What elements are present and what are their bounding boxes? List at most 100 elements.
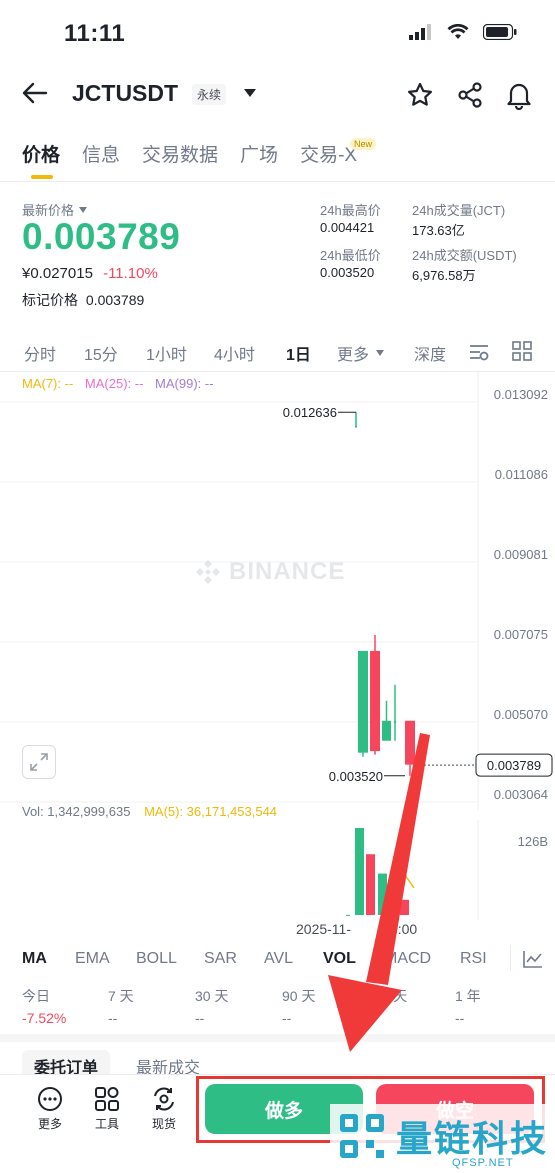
vol-usdt-label: 24h成交额(USDT) xyxy=(412,248,517,263)
divider xyxy=(510,945,511,971)
perf-7d-label: 7 天 xyxy=(108,988,134,1004)
indicator-ma[interactable]: MA xyxy=(22,950,47,968)
y-tick-label: 0.007075 xyxy=(494,627,548,642)
more-label: 更多 xyxy=(37,1117,62,1131)
divider xyxy=(0,181,555,182)
grid-layout-icon xyxy=(512,341,532,361)
y-tick-label: 0.009081 xyxy=(494,547,548,562)
site-watermark-text: 量链科技 xyxy=(396,1118,549,1159)
share-button[interactable] xyxy=(456,81,484,114)
price-chart[interactable]: 0.013092 0.011086 0.009081 0.007075 0.005070… xyxy=(0,370,555,810)
tools-label: 工具 xyxy=(94,1117,119,1131)
perf-90d-label: 90 天 xyxy=(282,988,316,1004)
volume-bar xyxy=(355,828,364,915)
perf-180d-value: -- xyxy=(366,1010,376,1026)
spot-label: 现货 xyxy=(151,1117,176,1131)
high-label: 24h最高价 xyxy=(320,203,381,218)
volume-legend: Vol: 1,342,999,635 MA(5): 36,171,453,544 xyxy=(22,804,277,819)
tab-trade-x[interactable]: 交易-X xyxy=(300,140,357,167)
tab-price[interactable]: 价格 xyxy=(22,140,60,167)
indicator-settings-button[interactable] xyxy=(522,949,544,974)
y-tick-label: 0.013092 xyxy=(494,387,548,402)
perf-1y-value: -- xyxy=(455,1010,465,1026)
vol-jct-value: 173.63亿 xyxy=(412,223,465,238)
indicator-macd[interactable]: MACD xyxy=(384,950,431,968)
interval-fenshi[interactable]: 分时 xyxy=(24,341,56,365)
y-tick-label: 0.011086 xyxy=(495,467,548,482)
tab-trade-data[interactable]: 交易数据 xyxy=(142,140,218,167)
indicator-ema[interactable]: EMA xyxy=(75,950,110,968)
share-icon xyxy=(458,82,482,108)
back-arrow-icon xyxy=(22,82,48,104)
volume-y-tick-label: 126B xyxy=(518,834,548,849)
perf-today-label: 今日 xyxy=(22,988,50,1004)
low-label: 24h最低价 xyxy=(320,248,381,263)
y-tick-label: 0.005070 xyxy=(494,707,548,722)
more-button[interactable]: 更多 xyxy=(30,1086,70,1132)
alert-button[interactable] xyxy=(505,80,533,115)
interval-4h[interactable]: 4小时 xyxy=(214,341,255,365)
perf-30d-label: 30 天 xyxy=(195,988,229,1004)
tab-square[interactable]: 广场 xyxy=(240,140,278,167)
volume-bar xyxy=(400,899,409,915)
tools-button[interactable]: 工具 xyxy=(87,1086,127,1132)
volume-bar xyxy=(346,914,350,916)
caret-down-icon xyxy=(376,350,385,356)
perf-today-value: -7.52% xyxy=(22,1010,67,1026)
back-button[interactable] xyxy=(22,80,48,111)
indicator-boll[interactable]: BOLL xyxy=(136,950,177,968)
indicator-rsi[interactable]: RSI xyxy=(460,950,487,968)
battery-icon xyxy=(483,24,517,40)
bell-icon xyxy=(507,83,531,111)
site-watermark-url: QFSP.NET xyxy=(452,1157,514,1169)
layout-button[interactable] xyxy=(512,341,532,366)
indicator-vol[interactable]: VOL xyxy=(323,950,356,968)
symbol-title[interactable]: JCTUSDT xyxy=(72,80,178,107)
qr-logo-icon xyxy=(340,1114,384,1158)
volume-bar xyxy=(366,854,375,915)
symbol-dropdown[interactable] xyxy=(242,86,258,104)
volume-bar xyxy=(389,888,398,915)
y-tick-label: 0.003064 xyxy=(494,787,548,802)
candle-body xyxy=(382,720,391,741)
signal-icon xyxy=(409,24,431,40)
perf-7d-value: -- xyxy=(108,1010,118,1026)
indicator-sar[interactable]: SAR xyxy=(204,950,237,968)
more-dots-icon xyxy=(38,1087,62,1111)
indicator-avl[interactable]: AVL xyxy=(264,950,293,968)
favorite-button[interactable] xyxy=(406,81,434,114)
section-divider xyxy=(0,1034,555,1042)
line-chart-icon xyxy=(523,951,542,968)
star-icon xyxy=(408,82,432,106)
tools-grid-icon xyxy=(95,1087,119,1111)
top-tabs: 价格 信息 交易数据 广场 交易-X xyxy=(22,140,357,167)
spot-button[interactable]: 现货 xyxy=(144,1086,184,1132)
interval-depth[interactable]: 深度 xyxy=(414,341,446,365)
x-axis-label: 2025-11- 08:00 xyxy=(296,921,418,937)
new-badge: New xyxy=(350,138,377,150)
interval-1d[interactable]: 1日 xyxy=(286,341,311,365)
low-value: 0.003520 xyxy=(320,265,375,280)
volume-chart[interactable]: 126B1.34B xyxy=(0,820,555,920)
mark-price-row: 标记价格 0.003789 xyxy=(22,290,144,310)
caret-down-icon xyxy=(79,206,88,213)
change-percent: -11.10% xyxy=(103,265,158,282)
status-time: 11:11 xyxy=(64,20,126,47)
volume-ma-line xyxy=(404,874,415,889)
binance-watermark: BINANCE xyxy=(193,557,345,587)
interval-more[interactable]: 更多 xyxy=(337,341,385,365)
tab-active-indicator xyxy=(31,175,53,179)
interval-1h[interactable]: 1小时 xyxy=(146,341,187,365)
vol-jct-label: 24h成交量(JCT) xyxy=(412,203,506,218)
interval-15m[interactable]: 15分 xyxy=(84,341,118,365)
fullscreen-button[interactable] xyxy=(22,745,56,779)
perf-30d-value: -- xyxy=(195,1010,205,1026)
low-marker-label: 0.003520 xyxy=(329,769,383,784)
tab-info[interactable]: 信息 xyxy=(82,140,120,167)
chart-settings-button[interactable] xyxy=(468,342,490,367)
perf-90d-value: -- xyxy=(282,1010,292,1026)
perf-180d-label: 180 天 xyxy=(366,988,408,1004)
indicator-settings-icon xyxy=(470,345,489,361)
spot-exchange-icon xyxy=(154,1087,174,1111)
volume-bar xyxy=(378,873,387,915)
